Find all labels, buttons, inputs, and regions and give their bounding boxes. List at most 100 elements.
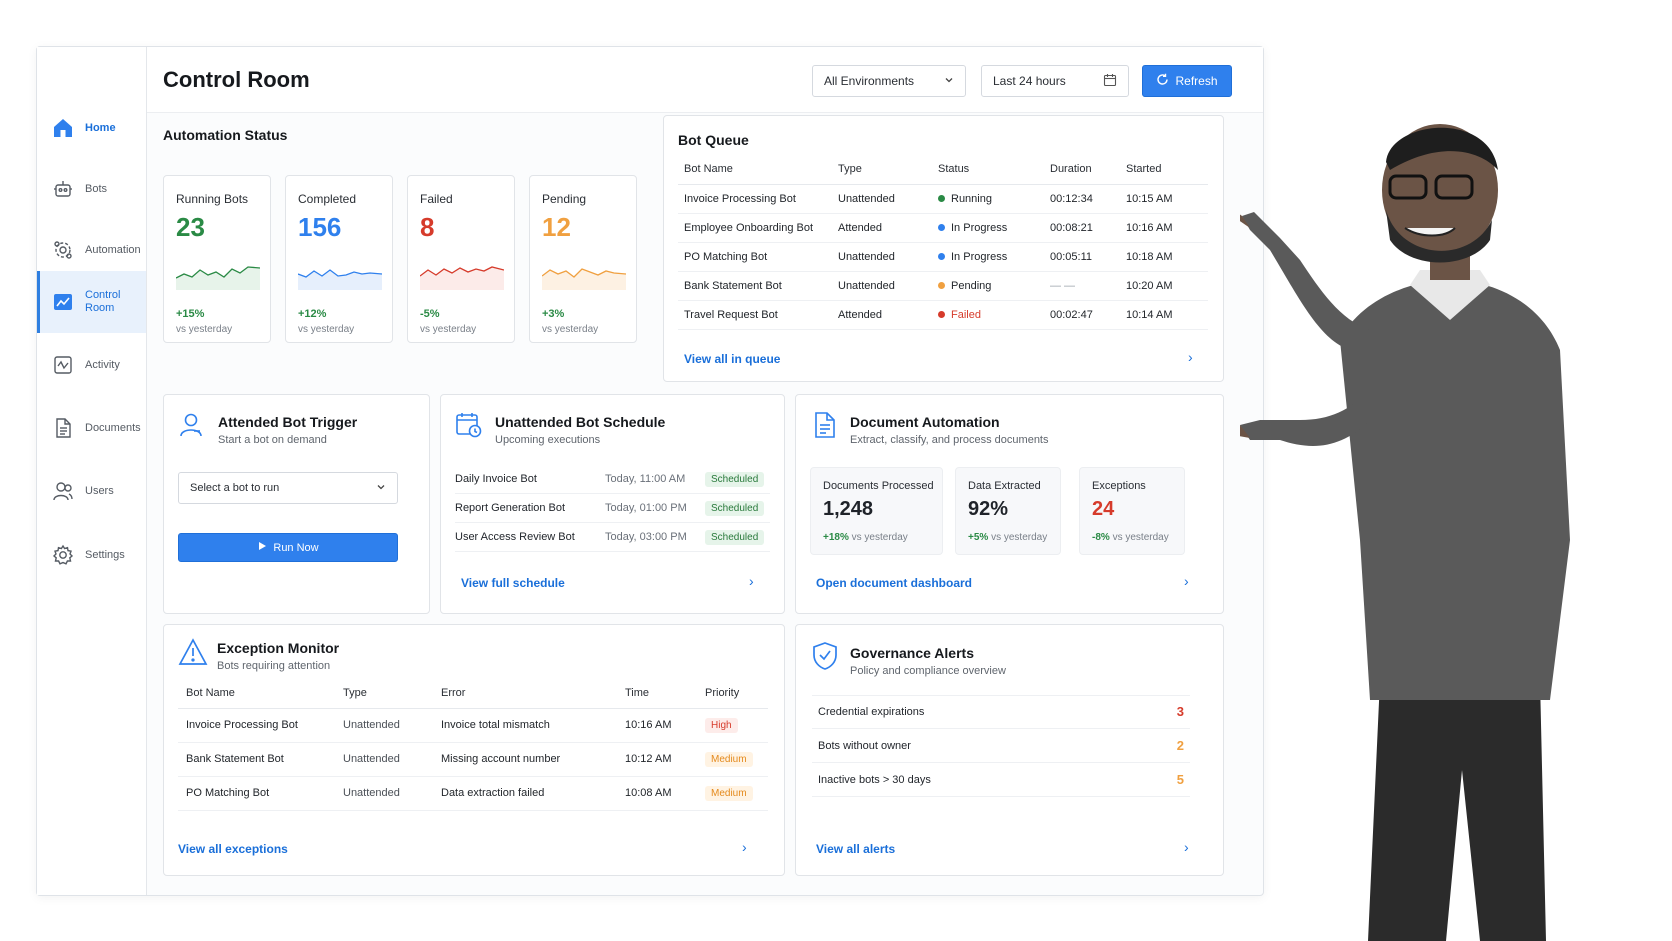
chevron-right-icon[interactable]: › — [1184, 839, 1189, 855]
chevron-right-icon[interactable]: › — [1188, 349, 1193, 365]
priority-cell: High — [705, 708, 768, 743]
page-title: Control Room — [163, 67, 310, 92]
sidebar-item-label: Bots — [85, 182, 108, 195]
chevron-right-icon[interactable]: › — [749, 573, 754, 589]
document-icon — [51, 416, 75, 440]
list-item[interactable]: User Access Review Bot Today, 03:00 PM S… — [455, 523, 770, 552]
table-row[interactable]: PO Matching Bot Unattended Data extracti… — [178, 776, 768, 811]
bot-duration: 00:05:11 — [1050, 242, 1126, 272]
table-row[interactable]: Bank Statement Bot Unattended Pending — … — [678, 271, 1208, 301]
sidebar-item-activity[interactable]: Activity — [37, 334, 146, 396]
col-status: Status — [938, 154, 1050, 185]
table-row[interactable]: Travel Request Bot Attended Failed 00:02… — [678, 300, 1208, 330]
exception-bot-name: Invoice Processing Bot — [178, 708, 343, 743]
table-row[interactable]: Employee Onboarding Bot Attended In Prog… — [678, 213, 1208, 243]
sparkline — [298, 269, 382, 290]
open-document-dashboard-link[interactable]: Open document dashboard — [816, 576, 972, 590]
bot-duration: 00:08:21 — [1050, 213, 1126, 243]
attended-subtitle: Start a bot on demand — [218, 434, 327, 446]
bot-name: Employee Onboarding Bot — [678, 213, 838, 243]
view-alerts-link[interactable]: View all alerts — [816, 842, 895, 856]
sidebar-item-settings[interactable]: Settings — [37, 524, 146, 586]
status-badge: Scheduled — [705, 500, 765, 516]
bot-type: Unattended — [838, 184, 938, 214]
col-bot-name: Bot Name — [678, 154, 838, 185]
bot-started: 10:18 AM — [1126, 242, 1208, 272]
col-started: Started — [1126, 154, 1208, 185]
users-icon — [51, 479, 75, 503]
environment-value: All Environments — [824, 74, 915, 88]
metric-exceptions[interactable]: Exceptions 24 -8% vs yesterday — [1079, 467, 1185, 555]
bot-type: Unattended — [838, 271, 938, 301]
table-row[interactable]: Invoice Processing Bot Unattended Runnin… — [678, 184, 1208, 214]
stat-card-failed[interactable]: Failed 8 -5% vs yesterday — [407, 175, 515, 343]
bot-status: Failed — [938, 300, 1050, 330]
stat-delta: +12% — [298, 308, 327, 320]
sidebar-item-label: Users — [85, 484, 114, 497]
chart-icon — [51, 290, 75, 314]
metric-label: Data Extracted — [968, 480, 1041, 492]
sidebar-item-label: Activity — [85, 358, 120, 371]
col-bot-name: Bot Name — [178, 678, 343, 709]
exception-type: Unattended — [343, 742, 441, 777]
status-dot — [938, 194, 945, 202]
metric-sub: vs yesterday — [1112, 532, 1169, 543]
bot-select-dropdown[interactable]: Select a bot to run — [178, 472, 398, 504]
chevron-right-icon[interactable]: › — [742, 839, 747, 855]
control-room-window: Home Bots Automation Control Room Activi… — [36, 46, 1264, 896]
table-row[interactable]: Bank Statement Bot Unattended Missing ac… — [178, 742, 768, 777]
stat-label: Pending — [542, 192, 587, 206]
view-schedule-link[interactable]: View full schedule — [461, 576, 565, 590]
sidebar-item-bots[interactable]: Bots — [37, 158, 146, 220]
governance-title: Governance Alerts — [850, 645, 974, 661]
list-item[interactable]: Report Generation Bot Today, 01:00 PM Sc… — [455, 494, 770, 523]
view-exceptions-link[interactable]: View all exceptions — [178, 842, 288, 856]
stat-card-pending[interactable]: Pending 12 +3% vs yesterday — [529, 175, 637, 343]
sidebar-item-users[interactable]: Users — [37, 460, 146, 522]
status-label: Failed — [951, 308, 981, 321]
priority-badge: High — [705, 717, 738, 733]
run-now-button[interactable]: Run Now — [178, 533, 398, 562]
stat-delta: +3% — [542, 308, 565, 320]
warning-icon — [178, 638, 208, 671]
exception-error: Missing account number — [441, 742, 625, 777]
time-range-picker[interactable]: Last 24 hours — [981, 65, 1129, 97]
bot-started: 10:16 AM — [1126, 213, 1208, 243]
view-queue-link[interactable]: View all in queue — [684, 352, 780, 366]
attended-bot-panel: Attended Bot Trigger Start a bot on dema… — [163, 394, 430, 614]
metric-delta: -8% — [1092, 532, 1110, 543]
bot-duration: 00:02:47 — [1050, 300, 1126, 330]
metric-data-extracted[interactable]: Data Extracted 92% +5% vs yesterday — [955, 467, 1061, 555]
stat-value: 8 — [420, 212, 435, 242]
status-label: Running — [951, 192, 992, 205]
refresh-button[interactable]: Refresh — [1142, 65, 1232, 97]
table-row[interactable]: PO Matching Bot Unattended In Progress 0… — [678, 242, 1208, 272]
schedule-time: Today, 03:00 PM — [605, 531, 687, 543]
bot-status: Pending — [938, 271, 1050, 301]
alert-row-bots-without-owner[interactable]: Bots without owner 2 — [812, 729, 1190, 763]
stat-card-completed[interactable]: Completed 156 +12% vs yesterday — [285, 175, 393, 343]
metric-documents-processed[interactable]: Documents Processed 1,248 +18% vs yester… — [810, 467, 943, 555]
table-row[interactable]: Invoice Processing Bot Unattended Invoic… — [178, 708, 768, 743]
alert-row-inactive-bots[interactable]: Inactive bots > 30 days 5 — [812, 763, 1190, 797]
sidebar-item-home[interactable]: Home — [37, 97, 146, 159]
sidebar-item-control-room[interactable]: Control Room — [37, 271, 146, 333]
presenter-illustration — [1240, 124, 1570, 941]
bot-started: 10:15 AM — [1126, 184, 1208, 214]
alert-label: Inactive bots > 30 days — [818, 773, 931, 786]
status-badge: Scheduled — [705, 471, 765, 487]
bot-name: Travel Request Bot — [678, 300, 838, 330]
automation-status-title: Automation Status — [163, 127, 288, 143]
environment-dropdown[interactable]: All Environments — [812, 65, 966, 97]
sidebar-item-label: Control Room — [85, 289, 121, 314]
stat-sub: vs yesterday — [298, 324, 355, 335]
sidebar-item-label: Documents — [85, 421, 141, 434]
stat-card-running[interactable]: Running Bots 23 +15% vs yesterday — [163, 175, 271, 343]
list-item[interactable]: Daily Invoice Bot Today, 11:00 AM Schedu… — [455, 465, 770, 494]
chevron-right-icon[interactable]: › — [1184, 573, 1189, 589]
exception-type: Unattended — [343, 708, 441, 743]
alert-row-credential-expirations[interactable]: Credential expirations 3 — [812, 695, 1190, 729]
sidebar-item-documents[interactable]: Documents — [37, 397, 146, 459]
exception-bot-name: Bank Statement Bot — [178, 742, 343, 777]
stat-delta: -5% — [420, 308, 440, 320]
